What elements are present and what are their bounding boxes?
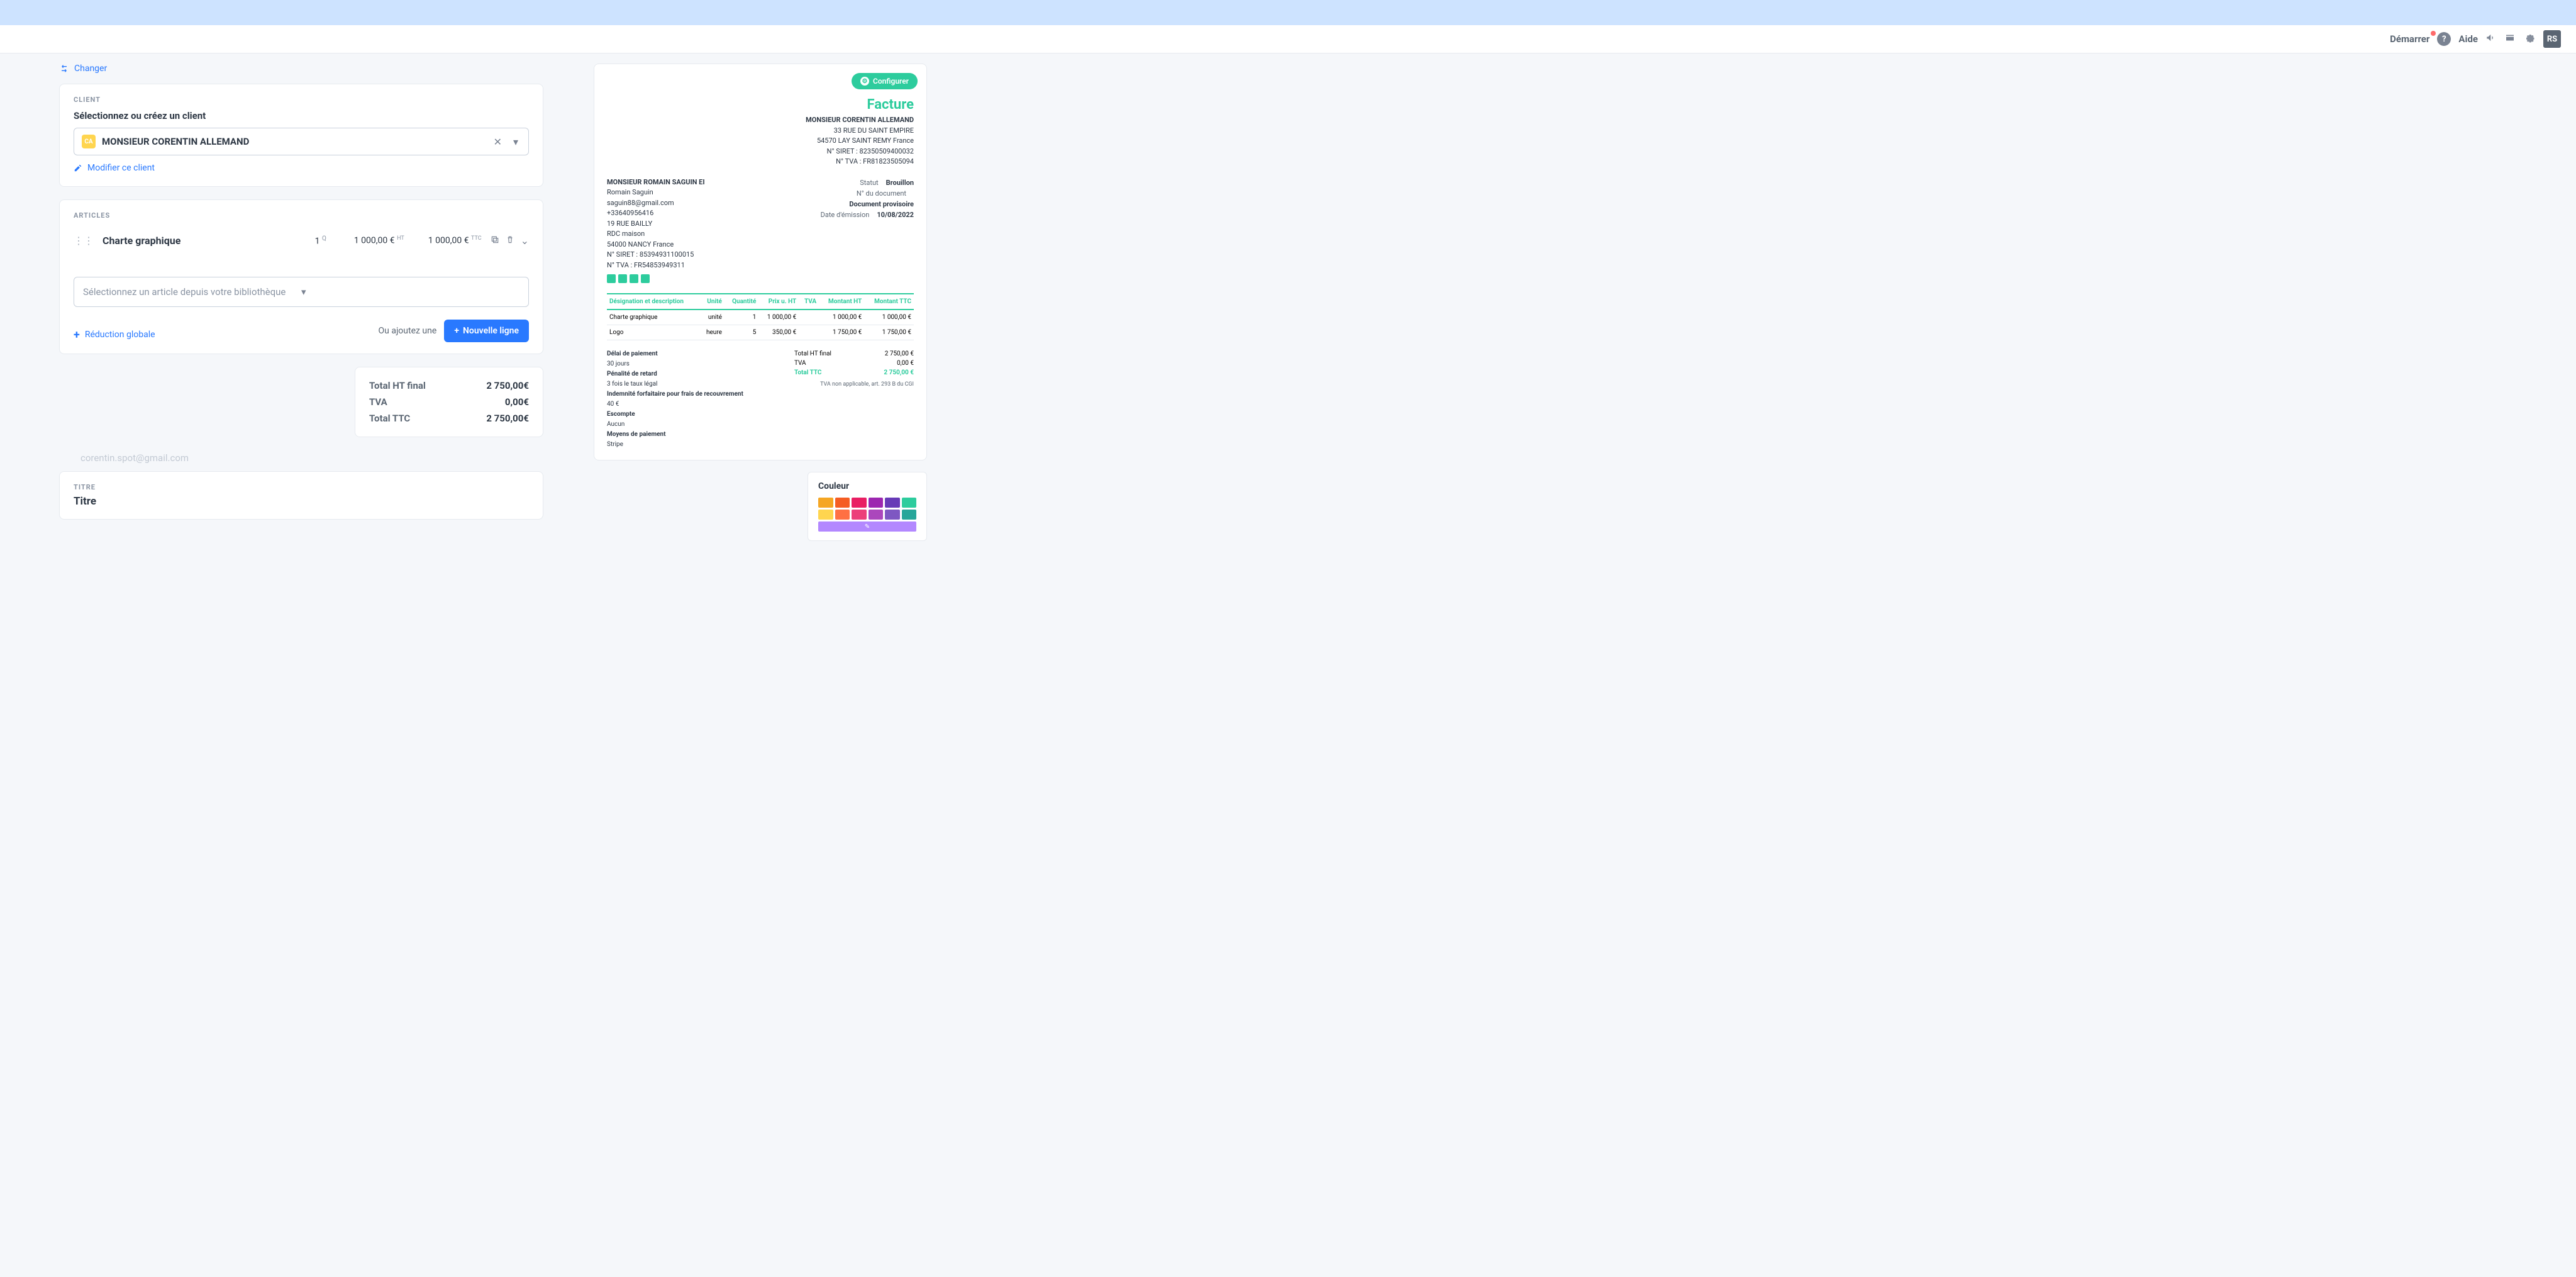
configure-button[interactable]: ⚙Configurer (852, 73, 918, 89)
color-swatch[interactable] (885, 498, 900, 508)
invoice-meta: StatutBrouillon N° du document Document … (821, 177, 914, 284)
color-swatch[interactable] (852, 498, 867, 508)
table-row: Charte graphiqueunité11 000,00 €1 000,00… (607, 309, 914, 325)
table-header: Quantité (724, 294, 758, 309)
invoice-title: Facture (607, 97, 914, 113)
trash-icon[interactable] (506, 235, 514, 247)
articles-card: ARTICLES ⋮⋮ Charte graphique 1 Q 1 000,0… (59, 199, 543, 354)
client-select[interactable]: CA ✕ ▾ (74, 128, 529, 155)
article-name: Charte graphique (103, 235, 306, 247)
table-header: Désignation et description (607, 294, 700, 309)
change-client-link[interactable]: Changer (59, 64, 107, 74)
modify-client-link[interactable]: Modifier ce client (74, 163, 155, 173)
article-price-ttc: 1 000,00 € TTC (428, 235, 482, 246)
article-price-ht: 1 000,00 € HT (354, 235, 404, 246)
color-swatch[interactable] (885, 510, 900, 520)
header: Démarrer ? Aide RS (0, 25, 2576, 53)
notification-dot (2431, 31, 2436, 36)
title-value: Titre (74, 495, 529, 508)
client-input[interactable] (102, 136, 485, 147)
total-ttc-value: 2 750,00€ (486, 413, 529, 424)
client-section-label: CLIENT (74, 96, 529, 104)
article-select-placeholder: Sélectionnez un article depuis votre bib… (83, 286, 301, 298)
global-reduction-link[interactable]: + Réduction globale (74, 328, 155, 342)
table-header: Prix u. HT (758, 294, 799, 309)
invoice-sender-block: MONSIEUR ROMAIN SAGUIN EI Romain Saguin … (607, 177, 705, 284)
help-link[interactable]: Aide (2458, 33, 2478, 45)
or-add-text: Ou ajoutez une (379, 326, 437, 336)
article-qty: 1 Q (315, 235, 326, 247)
facebook-icon (607, 274, 616, 283)
table-row: Logoheure5350,00 €1 750,00 €1 750,00 € (607, 325, 914, 340)
instagram-icon (618, 274, 627, 283)
help-icon[interactable]: ? (2437, 32, 2451, 46)
color-panel-title: Couleur (818, 481, 916, 491)
copy-icon[interactable] (491, 235, 499, 247)
store-icon[interactable] (2504, 32, 2516, 46)
chevron-down-icon[interactable]: ⌄ (521, 235, 529, 247)
color-swatch[interactable] (818, 498, 833, 508)
gear-icon[interactable] (2523, 31, 2536, 47)
table-header: Montant HT (819, 294, 864, 309)
title-section-label: TITRE (74, 483, 529, 491)
color-swatch[interactable] (818, 510, 833, 520)
top-band (0, 0, 2576, 25)
color-swatch[interactable] (902, 498, 917, 508)
web-icon (641, 274, 650, 283)
invoice-preview: ⚙Configurer Facture MONSIEUR CORENTIN AL… (594, 64, 927, 460)
client-avatar-icon: CA (82, 135, 96, 148)
linkedin-icon (630, 274, 638, 283)
article-library-select[interactable]: Sélectionnez un article depuis votre bib… (74, 277, 529, 307)
table-header: TVA (799, 294, 819, 309)
chevron-down-icon: ▾ (301, 286, 519, 298)
gear-icon: ⚙ (860, 77, 869, 86)
invoice-client-block: MONSIEUR CORENTIN ALLEMAND 33 RUE DU SAI… (607, 115, 914, 167)
start-link[interactable]: Démarrer (2390, 33, 2429, 45)
total-ht-value: 2 750,00€ (486, 380, 529, 391)
social-icons (607, 274, 705, 283)
totals-panel: Total HT final 2 750,00€ TVA 0,00€ Total T… (355, 367, 543, 437)
color-picker-bar[interactable]: ✎ (818, 521, 916, 532)
color-panel: Couleur ✎ (808, 472, 927, 541)
megaphone-icon[interactable] (2485, 32, 2497, 46)
client-card: CLIENT Sélectionnez ou créez un client C… (59, 84, 543, 187)
color-swatch[interactable] (835, 498, 850, 508)
preview-totals: Total HT final2 750,00 € TVA0,00 € Total… (794, 349, 914, 450)
title-card: TITRE Titre (59, 471, 543, 520)
color-swatch[interactable] (902, 510, 917, 520)
color-swatch[interactable] (835, 510, 850, 520)
total-ttc-label: Total TTC (369, 413, 410, 424)
client-prompt: Sélectionnez ou créez un client (74, 110, 529, 121)
email-display: corentin.spot@gmail.com (80, 452, 543, 464)
avatar[interactable]: RS (2543, 30, 2561, 48)
invoice-table: Désignation et descriptionUnitéQuantitéP… (607, 293, 914, 340)
tva-label: TVA (369, 396, 387, 408)
color-swatch[interactable] (852, 510, 867, 520)
articles-section-label: ARTICLES (74, 211, 529, 220)
table-header: Montant TTC (864, 294, 914, 309)
chevron-down-icon[interactable]: ▾ (511, 136, 521, 148)
tva-value: 0,00€ (505, 396, 529, 408)
color-swatch[interactable] (869, 498, 884, 508)
article-row: ⋮⋮ Charte graphique 1 Q 1 000,00 € HT 1 … (74, 230, 529, 252)
payment-terms: Délai de paiement30 jours Pénalité de re… (607, 349, 743, 450)
total-ht-label: Total HT final (369, 380, 426, 391)
clear-icon[interactable]: ✕ (491, 136, 504, 148)
new-line-button[interactable]: + Nouvelle ligne (444, 320, 529, 342)
color-swatch[interactable] (869, 510, 884, 520)
table-header: Unité (700, 294, 724, 309)
drag-handle-icon[interactable]: ⋮⋮ (74, 235, 94, 247)
